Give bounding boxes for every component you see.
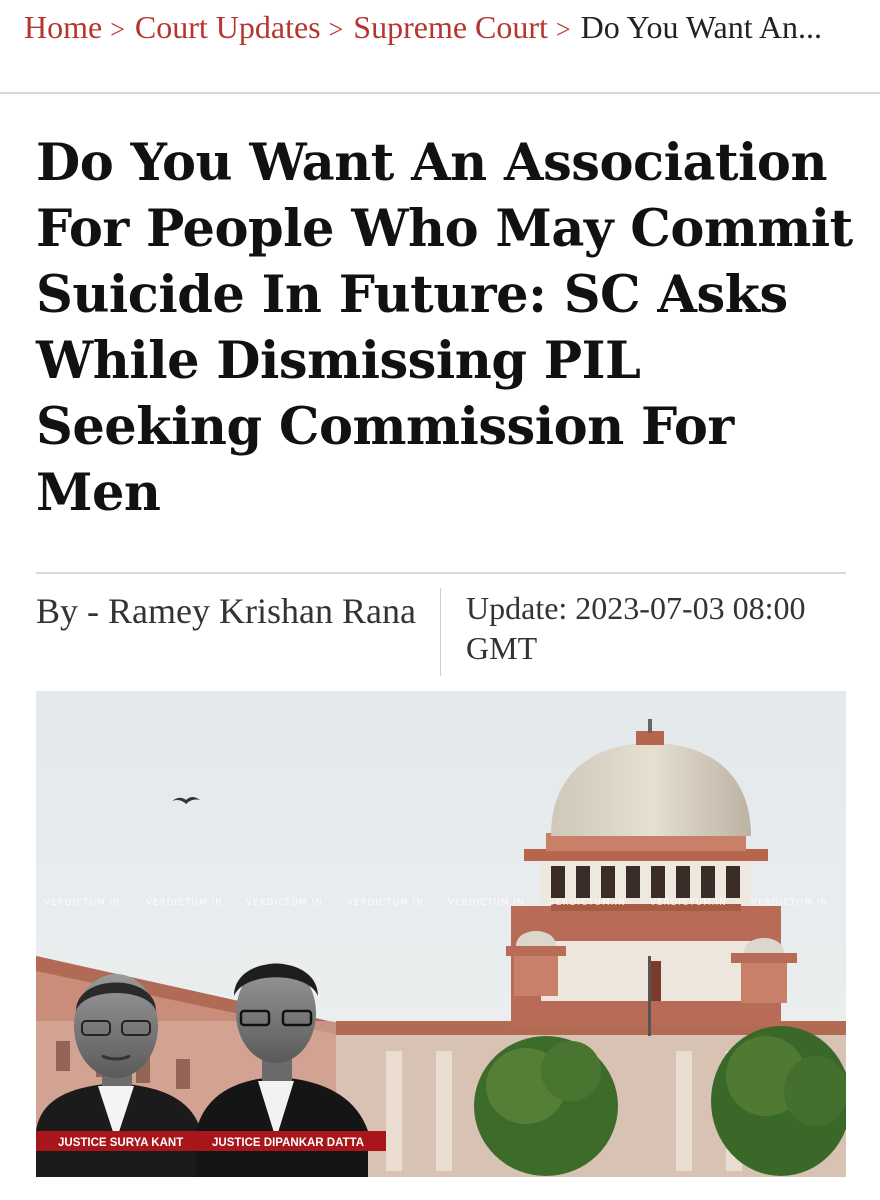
meta-divider: [36, 572, 846, 574]
article-author: By - Ramey Krishan Rana: [36, 591, 416, 631]
article-updated: Update: 2023-07-03 08:00 GMT: [466, 590, 806, 666]
watermark-text: VERDICTUM.IN: [549, 898, 626, 908]
breadcrumb-separator: >: [555, 15, 571, 44]
header-divider: [0, 92, 880, 94]
breadcrumb-current: Do You Want An...: [580, 9, 822, 45]
breadcrumb-home-link[interactable]: Home: [24, 9, 102, 45]
watermark-text: VERDICTUM.IN: [347, 898, 424, 908]
breadcrumb-separator: >: [328, 15, 344, 44]
watermark-text: VERDICTUM.IN: [146, 898, 223, 908]
watermark-text: VERDICTUM.IN: [44, 898, 121, 908]
article-hero-image: VERDICTUM.IN VERDICTUM.IN VERDICTUM.IN V…: [36, 691, 846, 1177]
breadcrumb: Home > Court Updates > Supreme Court > Do You …: [24, 8, 860, 49]
breadcrumb-supreme-court-link[interactable]: Supreme Court: [353, 9, 548, 45]
watermark-text: VERDICTUM.IN: [751, 898, 828, 908]
breadcrumb-court-updates-link[interactable]: Court Updates: [135, 9, 321, 45]
watermark-text: VERDICTUM.IN: [448, 898, 525, 908]
caption-justice-surya-kant: JUSTICE SURYA KANT: [58, 1137, 183, 1149]
watermark-text: VERDICTUM.IN: [246, 898, 323, 908]
caption-justice-dipankar-datta: JUSTICE DIPANKAR DATTA: [212, 1137, 364, 1149]
article-title: Do You Want An Association For People Wh…: [36, 133, 853, 523]
breadcrumb-separator: >: [110, 15, 125, 44]
meta-vertical-divider: [440, 588, 441, 676]
watermark-text: VERDICTUM.IN: [650, 898, 727, 908]
page-bottom: [0, 1177, 880, 1200]
tree-left: [474, 1036, 618, 1176]
tree-right: [711, 1026, 846, 1176]
